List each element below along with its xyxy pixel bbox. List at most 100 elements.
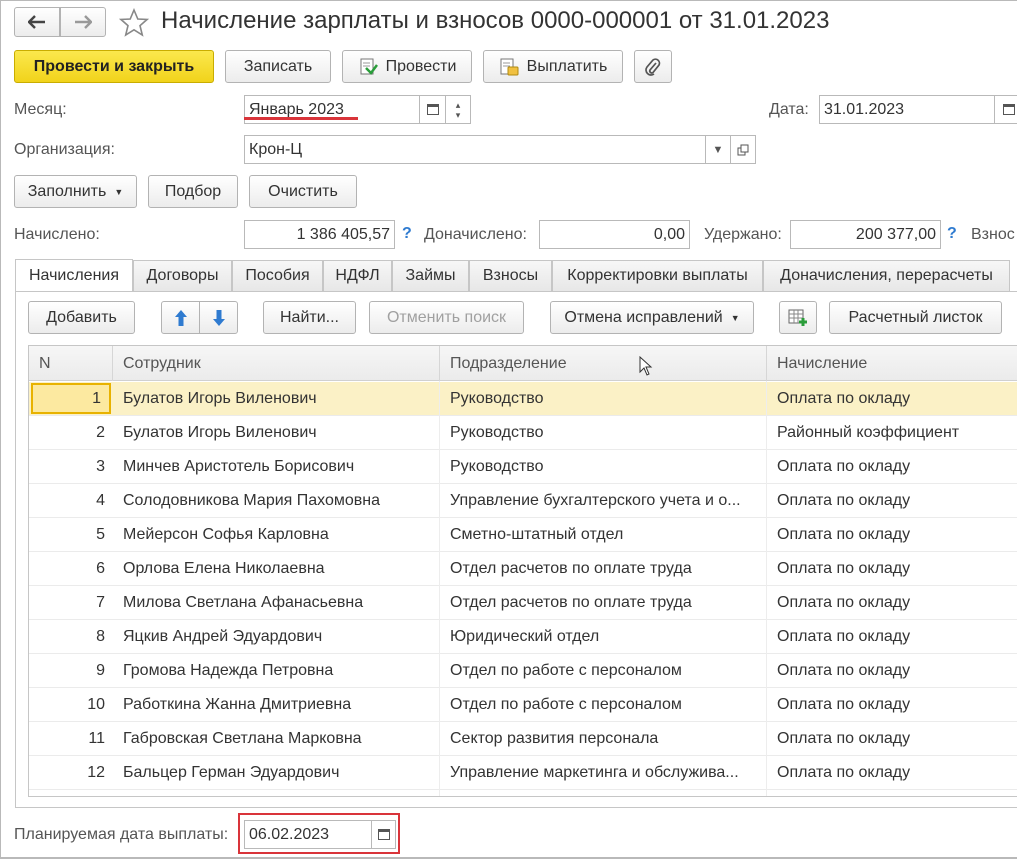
table-row[interactable]: 4 Солодовникова Мария Пахомовна Управление… bbox=[29, 484, 1017, 518]
accrual-cell[interactable]: Оплата по окладу bbox=[777, 518, 1017, 552]
department-cell[interactable]: Управление маркетинга и обслужива... bbox=[450, 756, 760, 790]
row-number-cell[interactable]: 6 bbox=[29, 552, 113, 586]
department-cell[interactable]: Сметно-штатный отдел bbox=[450, 518, 760, 552]
select-button[interactable]: Подбор bbox=[148, 175, 238, 208]
withheld-field[interactable]: 200 377,00 bbox=[790, 220, 941, 249]
table-row[interactable]: 11 Габровская Светлана Марковна Сектор раз… bbox=[29, 722, 1017, 756]
cancel-search-button[interactable]: Отменить поиск bbox=[369, 301, 524, 334]
organization-dropdown-button[interactable]: ▼ bbox=[705, 135, 731, 164]
employee-cell[interactable]: Орлова Елена Николаевна bbox=[123, 552, 433, 586]
column-header-department[interactable]: Подразделение bbox=[440, 346, 767, 381]
month-calendar-button[interactable] bbox=[419, 95, 446, 124]
column-header-employee[interactable]: Сотрудник bbox=[113, 346, 440, 381]
table-row[interactable]: 9 Громова Надежда Петровна Отдел по работе… bbox=[29, 654, 1017, 688]
accrual-cell[interactable]: Оплата по окладу bbox=[777, 484, 1017, 518]
tab-contracts[interactable]: Договоры bbox=[133, 260, 232, 291]
department-cell[interactable]: Юридический отдел bbox=[450, 620, 760, 654]
employee-cell[interactable]: Булатов Игорь Виленович bbox=[123, 416, 433, 450]
accrual-cell[interactable]: Оплата по окладу bbox=[777, 688, 1017, 722]
pay-button[interactable]: Выплатить bbox=[483, 50, 623, 83]
row-number-cell[interactable]: 7 bbox=[29, 586, 113, 620]
accrual-cell[interactable]: Оплата по окладу bbox=[777, 756, 1017, 790]
clear-button[interactable]: Очистить bbox=[249, 175, 357, 208]
department-cell[interactable]: Руководство bbox=[450, 450, 760, 484]
organization-field[interactable]: Крон-Ц bbox=[244, 135, 706, 164]
table-row[interactable]: 3 Минчев Аристотель Борисович Руководство О… bbox=[29, 450, 1017, 484]
table-row[interactable]: 7 Милова Светлана Афанасьевна Отдел расчет… bbox=[29, 586, 1017, 620]
table-row[interactable]: 10 Работкина Жанна Дмитриевна Отдел по раб… bbox=[29, 688, 1017, 722]
employee-cell[interactable]: Булатов Игорь Виленович bbox=[123, 382, 433, 416]
accrual-cell[interactable]: Районный коэффициент bbox=[777, 416, 1017, 450]
date-calendar-button[interactable] bbox=[994, 95, 1017, 124]
table-row[interactable]: 1 Булатов Игорь Виленович Руководство Оплат… bbox=[29, 382, 1017, 416]
department-cell[interactable]: Отдел по работе с персоналом bbox=[450, 654, 760, 688]
employee-cell[interactable]: Яцкив Андрей Эдуардович bbox=[123, 620, 433, 654]
department-cell[interactable]: Отдел по работе с персоналом bbox=[450, 688, 760, 722]
fill-button[interactable]: Заполнить ▼ bbox=[14, 175, 137, 208]
organization-open-button[interactable] bbox=[730, 135, 756, 164]
post-and-close-button[interactable]: Провести и закрыть bbox=[14, 50, 214, 83]
row-number-cell[interactable]: 8 bbox=[29, 620, 113, 654]
employee-cell[interactable]: Габровская Светлана Марковна bbox=[123, 722, 433, 756]
date-field[interactable]: 31.01.2023 bbox=[819, 95, 999, 124]
find-button[interactable]: Найти... bbox=[263, 301, 356, 334]
employee-cell[interactable]: Бальцер Герман Эдуардович bbox=[123, 756, 433, 790]
spinner-down-icon[interactable]: ▾ bbox=[456, 110, 461, 120]
favorite-star-icon[interactable] bbox=[119, 8, 149, 38]
column-header-accrual[interactable]: Начисление bbox=[767, 346, 1017, 381]
accrual-cell[interactable]: Оплата по окладу bbox=[777, 722, 1017, 756]
row-number-cell[interactable]: 4 bbox=[29, 484, 113, 518]
row-number-cell[interactable]: 12 bbox=[29, 756, 113, 790]
accrual-cell[interactable]: Оплата по окладу bbox=[777, 586, 1017, 620]
cancel-corrections-button[interactable]: Отмена исправлений ▼ bbox=[550, 301, 754, 334]
tab-additional-recalculations[interactable]: Доначисления, перерасчеты bbox=[763, 260, 1010, 291]
save-button[interactable]: Записать bbox=[225, 50, 331, 83]
row-number-cell[interactable]: 11 bbox=[29, 722, 113, 756]
row-number-cell[interactable]: 9 bbox=[29, 654, 113, 688]
tab-ndfl[interactable]: НДФЛ bbox=[323, 260, 392, 291]
accrual-cell[interactable]: Оплата по окладу bbox=[777, 450, 1017, 484]
row-number-cell[interactable]: 10 bbox=[29, 688, 113, 722]
table-row[interactable]: 5 Мейерсон Софья Карловна Сметно-штатный о… bbox=[29, 518, 1017, 552]
tab-contributions[interactable]: Взносы bbox=[469, 260, 552, 291]
accrued-field[interactable]: 1 386 405,57 bbox=[244, 220, 395, 249]
tab-accruals[interactable]: Начисления bbox=[15, 259, 133, 292]
table-row[interactable]: 2 Булатов Игорь Виленович Руководство Район… bbox=[29, 416, 1017, 450]
table-row[interactable]: 12 Бальцер Герман Эдуардович Управление ма… bbox=[29, 756, 1017, 790]
department-cell[interactable]: Управление бухгалтерского учета и о... bbox=[450, 484, 760, 518]
employee-cell[interactable]: Минчев Аристотель Борисович bbox=[123, 450, 433, 484]
tab-benefits[interactable]: Пособия bbox=[232, 260, 323, 291]
spinner-up-icon[interactable]: ▴ bbox=[456, 100, 461, 110]
accrual-cell[interactable]: Оплата по окладу bbox=[777, 552, 1017, 586]
employee-cell[interactable]: Милова Светлана Афанасьевна bbox=[123, 586, 433, 620]
add-row-button[interactable]: Добавить bbox=[28, 301, 135, 334]
move-down-button[interactable] bbox=[199, 301, 238, 334]
accrual-cell[interactable]: Оплата по окладу bbox=[777, 382, 1017, 416]
add-table-button[interactable] bbox=[779, 301, 817, 334]
attachments-button[interactable] bbox=[634, 50, 672, 83]
table-row[interactable]: 8 Яцкив Андрей Эдуардович Юридический отде… bbox=[29, 620, 1017, 654]
post-button[interactable]: Провести bbox=[342, 50, 472, 83]
tab-payment-corrections[interactable]: Корректировки выплаты bbox=[552, 260, 763, 291]
accrual-cell[interactable]: Оплата по окладу bbox=[777, 654, 1017, 688]
move-up-button[interactable] bbox=[161, 301, 200, 334]
back-button[interactable] bbox=[14, 7, 60, 37]
accrued-help-icon[interactable]: ? bbox=[402, 225, 412, 243]
tab-loans[interactable]: Займы bbox=[392, 260, 469, 291]
accrual-cell[interactable]: Оплата по окладу bbox=[777, 620, 1017, 654]
row-number-cell[interactable]: 3 bbox=[29, 450, 113, 484]
row-number-cell[interactable]: 5 bbox=[29, 518, 113, 552]
department-cell[interactable]: Отдел расчетов по оплате труда bbox=[450, 586, 760, 620]
month-spinner[interactable]: ▴ ▾ bbox=[445, 95, 471, 124]
withheld-help-icon[interactable]: ? bbox=[947, 225, 957, 243]
employee-cell[interactable]: Работкина Жанна Дмитриевна bbox=[123, 688, 433, 722]
row-number-cell[interactable]: 1 bbox=[31, 383, 111, 414]
table-row[interactable]: 6 Орлова Елена Николаевна Отдел расчетов п… bbox=[29, 552, 1017, 586]
row-number-cell[interactable]: 2 bbox=[29, 416, 113, 450]
employee-cell[interactable]: Громова Надежда Петровна bbox=[123, 654, 433, 688]
payslip-button[interactable]: Расчетный листок bbox=[829, 301, 1002, 334]
department-cell[interactable]: Сектор развития персонала bbox=[450, 722, 760, 756]
department-cell[interactable]: Отдел расчетов по оплате труда bbox=[450, 552, 760, 586]
employee-cell[interactable]: Солодовникова Мария Пахомовна bbox=[123, 484, 433, 518]
column-header-n[interactable]: N bbox=[29, 346, 113, 381]
